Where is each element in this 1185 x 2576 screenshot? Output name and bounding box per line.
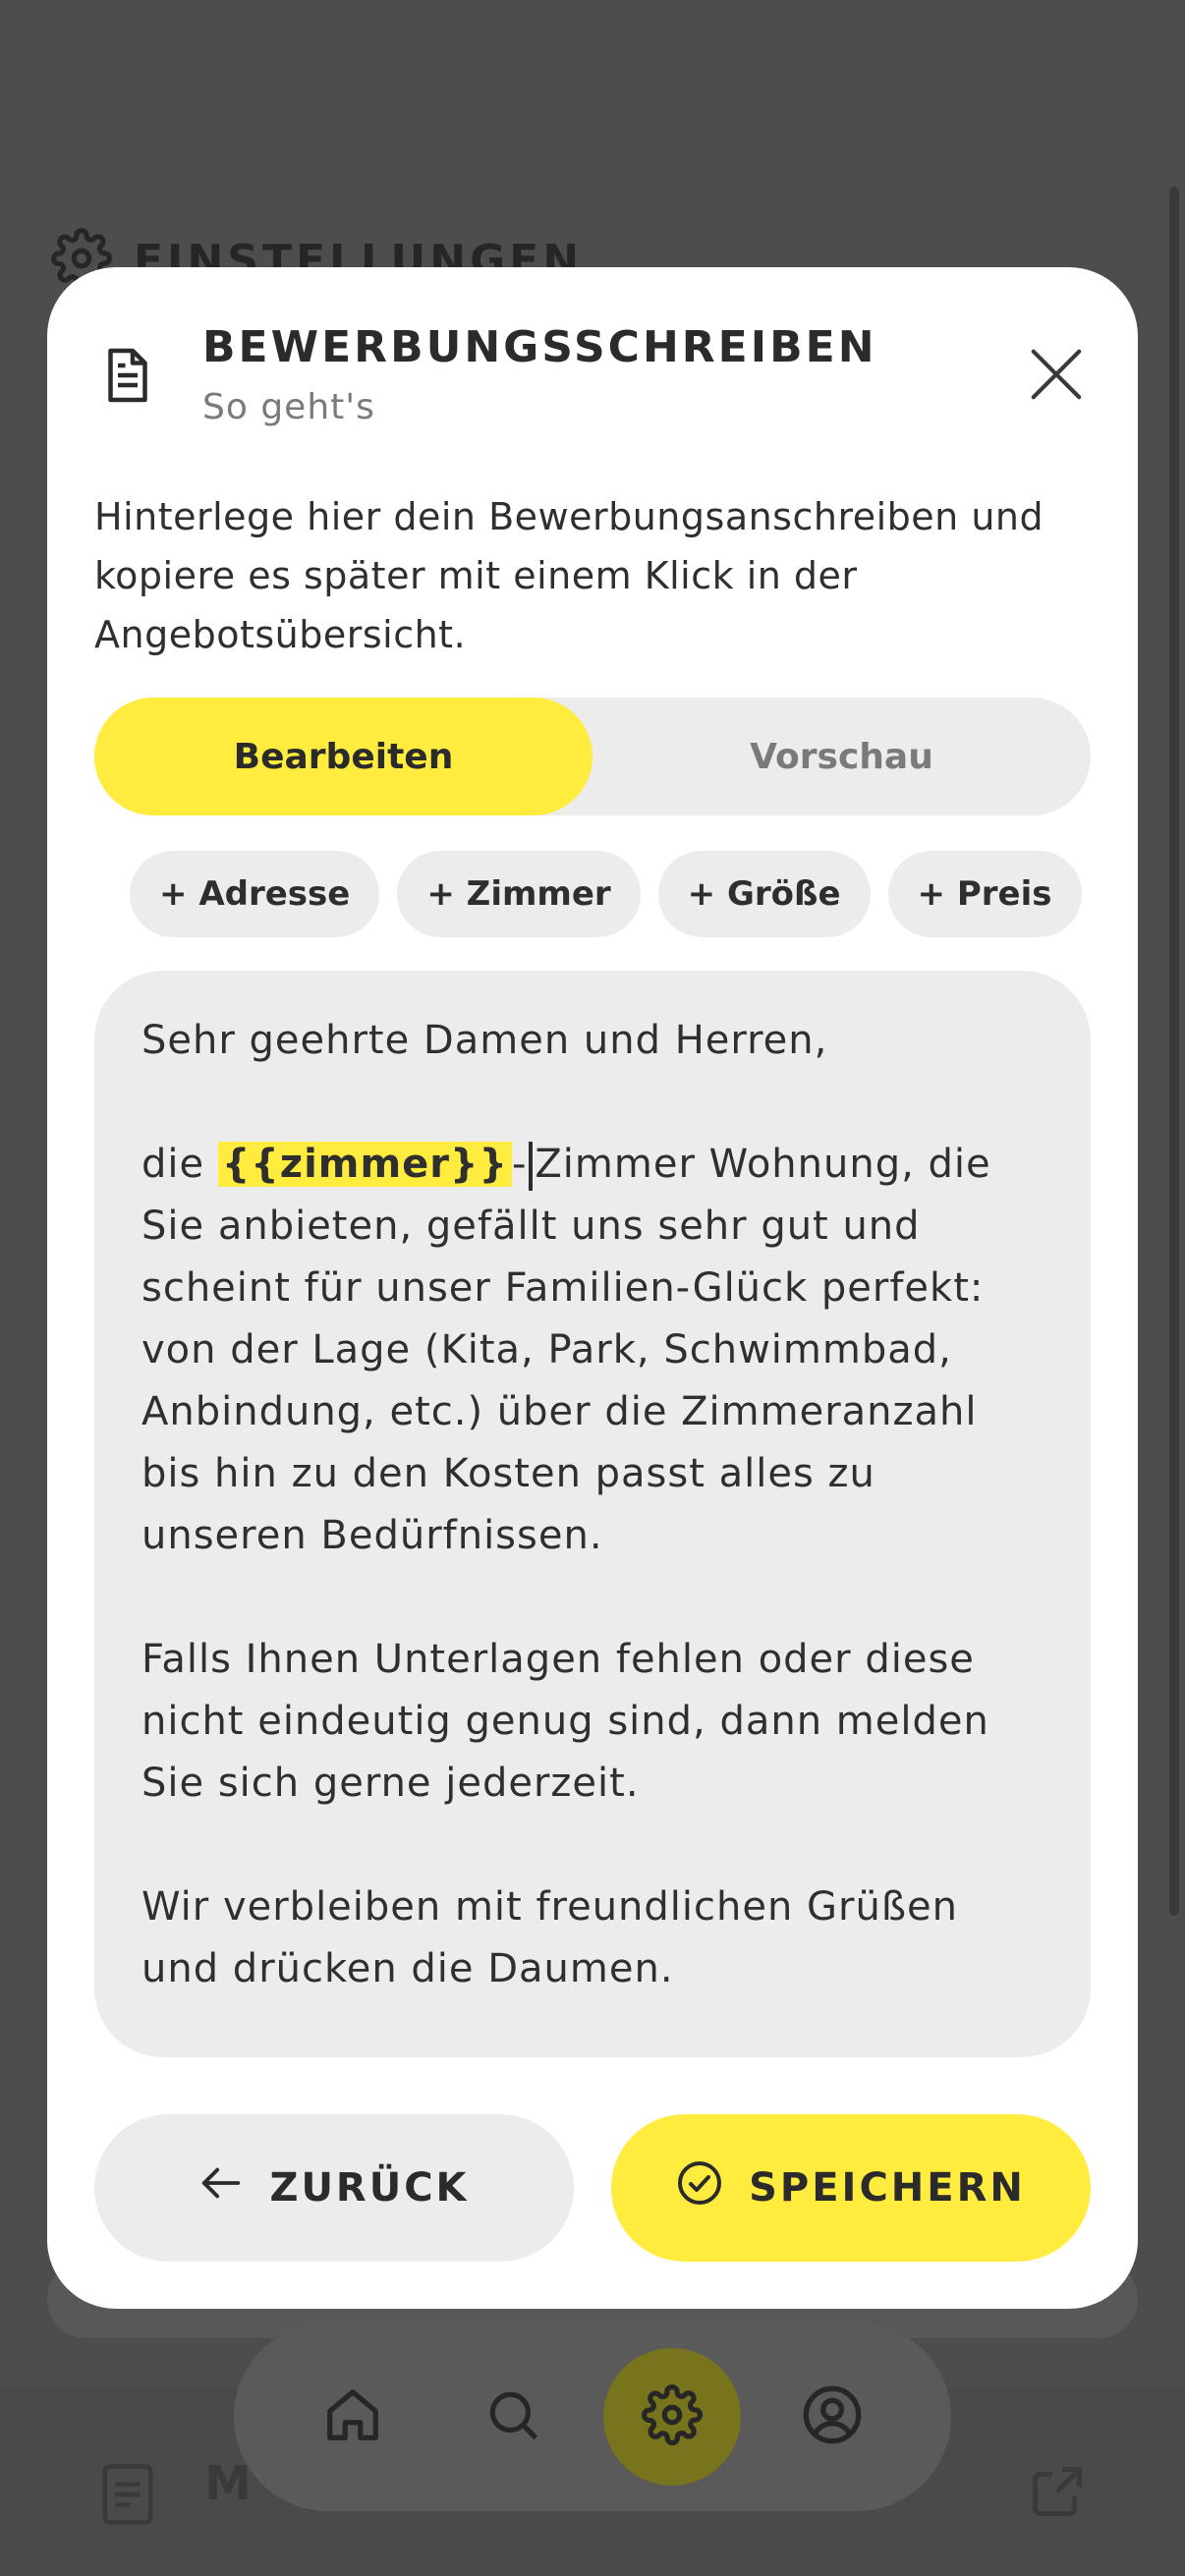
- editor-text: Zimmer Wohnung, die Sie anbieten, gefäll…: [141, 1142, 991, 1558]
- placeholder-tag-zimmer: {{zimmer}}: [217, 1142, 512, 1187]
- editor-text: -: [511, 1142, 528, 1187]
- modal-header: BEWERBUNGSSCHREIBEN So geht's: [47, 267, 1138, 464]
- intro-text: Hinterlege hier dein Bewerbungsanschreib…: [94, 495, 1044, 656]
- cover-letter-textarea[interactable]: Sehr geehrte Damen und Herren, die {{zim…: [94, 971, 1091, 2057]
- back-button-label: ZURÜCK: [269, 2165, 470, 2211]
- editor-paragraph-3: Wir verbleiben mit freundlichen Grüßen u…: [141, 1884, 958, 1991]
- text-caret: [529, 1142, 534, 1191]
- back-button[interactable]: ZURÜCK: [94, 2114, 574, 2262]
- chip-size[interactable]: + Größe: [657, 851, 871, 937]
- mode-toggle: Bearbeiten Vorschau: [94, 698, 1091, 815]
- nav-search[interactable]: [444, 2348, 582, 2486]
- search-icon: [482, 2384, 543, 2449]
- bottom-nav: [234, 2323, 951, 2511]
- nav-home[interactable]: [284, 2348, 422, 2486]
- close-button[interactable]: [1026, 344, 1087, 405]
- chip-price[interactable]: + Preis: [887, 851, 1082, 937]
- user-icon: [801, 2383, 864, 2450]
- document-icon: [98, 346, 157, 409]
- chip-address[interactable]: + Adresse: [130, 851, 380, 937]
- cover-letter-modal: BEWERBUNGSSCHREIBEN So geht's Hinterlege…: [47, 267, 1138, 2309]
- external-link-icon: [1028, 2462, 1087, 2525]
- editor-greeting: Sehr geehrte Damen und Herren,: [141, 1018, 828, 1063]
- gear-icon: [642, 2384, 704, 2449]
- check-circle-icon: [676, 2159, 723, 2216]
- background-item-title: M: [204, 2456, 252, 2511]
- tab-edit[interactable]: Bearbeiten: [94, 698, 592, 815]
- nav-settings[interactable]: [603, 2348, 742, 2486]
- home-icon: [322, 2384, 383, 2449]
- tab-preview[interactable]: Vorschau: [592, 698, 1091, 815]
- nav-profile[interactable]: [763, 2348, 901, 2486]
- save-button[interactable]: SPEICHERN: [611, 2114, 1091, 2262]
- modal-subtitle: So geht's: [202, 387, 375, 427]
- arrow-left-icon: [198, 2160, 244, 2215]
- placeholder-chips: + Adresse + Zimmer + Größe + Preis: [130, 851, 1082, 937]
- scrollbar[interactable]: [1169, 187, 1179, 1916]
- editor-paragraph-1: die {{zimmer}} - Zimmer Wohnung, die Sie a…: [141, 1134, 1044, 1567]
- modal-title: BEWERBUNGSSCHREIBEN: [202, 322, 877, 372]
- document-icon: [102, 2464, 153, 2529]
- close-icon: [1026, 349, 1087, 409]
- chip-rooms[interactable]: + Zimmer: [397, 851, 641, 937]
- save-button-label: SPEICHERN: [749, 2165, 1026, 2211]
- editor-paragraph-2: Falls Ihnen Unterlagen fehlen oder diese…: [141, 1637, 989, 1806]
- editor-text: die: [141, 1142, 218, 1187]
